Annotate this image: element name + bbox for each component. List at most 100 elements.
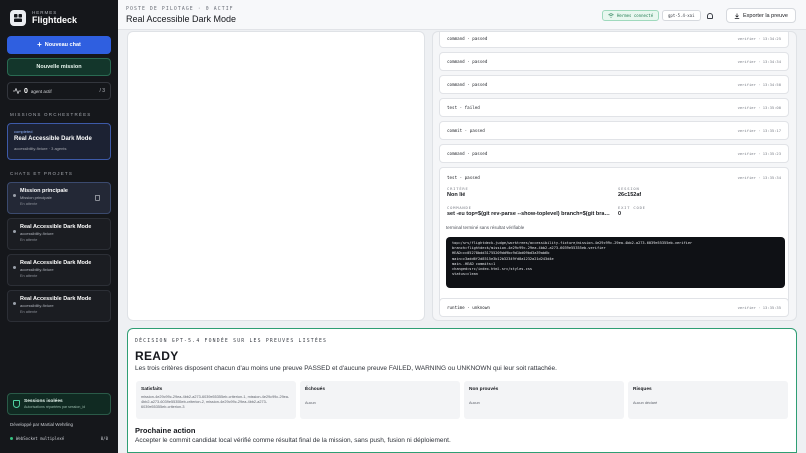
mission-title: Real Accessible Dark Mode xyxy=(14,136,92,142)
connection-label: Hermes connecté xyxy=(617,13,654,18)
chat-title: Real Accessible Dark Mode xyxy=(20,260,92,266)
step-label: test · failed xyxy=(447,105,480,110)
session-title: Sessions isolées xyxy=(24,399,63,404)
developer-credit: Développé par Martial Wehrling xyxy=(10,422,73,427)
next-action-description: Accepter le commit candidat local vérifi… xyxy=(135,437,451,444)
evidence-detail: test · passed verifier · 13:35:34 CRITÈR… xyxy=(439,167,789,313)
agent-label: agent actif xyxy=(30,88,52,94)
agent-count: 0 xyxy=(24,87,28,95)
card-value: Aucun xyxy=(305,401,316,405)
page-title: Real Accessible Dark Mode xyxy=(126,14,237,24)
step-meta: verifier · 13:35:23 xyxy=(737,151,781,156)
terminal-output: top=/srv/flightdeck-judge/worktrees/acce… xyxy=(446,237,785,288)
evidence-panel[interactable]: command · passed verifier · 13:34:25 com… xyxy=(432,31,797,321)
export-proof-button[interactable]: Exporter la preuve xyxy=(726,8,796,23)
new-chat-label: Nouveau chat xyxy=(44,42,81,48)
isolated-sessions: Sessions isolées Autorisations répartées… xyxy=(7,393,111,415)
card-value: Aucun xyxy=(469,401,480,405)
export-label: Exporter la preuve xyxy=(743,12,788,19)
session-value: 26c152af xyxy=(618,192,642,198)
logo-icon xyxy=(10,10,26,26)
card-title: Échoués xyxy=(305,387,325,392)
unproven-card: Non prouvés Aucun xyxy=(464,381,624,419)
mission-card[interactable]: completed Real Accessible Dark Mode acce… xyxy=(7,123,111,160)
session-sub: Autorisations répartées par session_id xyxy=(24,405,86,409)
detail-head: test · passed xyxy=(447,175,480,180)
step-meta: verifier · 13:34:34 xyxy=(737,59,781,64)
mission-status: completed xyxy=(14,129,33,134)
agent-ratio: / 3 xyxy=(99,88,105,94)
chat-item[interactable]: Real Accessible Dark Mode accessibility-… xyxy=(7,290,111,322)
evidence-step[interactable]: test · failed verifier · 13:35:00 xyxy=(439,98,789,117)
evidence-step[interactable]: command · passed verifier · 13:34:50 xyxy=(439,75,789,94)
mission-sub: accessibility-fixture · 3 agents xyxy=(14,146,67,151)
command-value: set -eu top=$(git rev-parse --show-tople… xyxy=(447,211,612,217)
detail-note: terminal terminé sans résultat vérifiabl… xyxy=(446,225,525,230)
runtime-meta: verifier · 13:35:35 xyxy=(737,305,781,310)
new-mission-button[interactable]: Nouvelle mission xyxy=(7,58,111,76)
chat-status: En attente xyxy=(20,238,38,242)
new-mission-label: Nouvelle mission xyxy=(36,64,82,70)
satisfied-card: Satisfaits mission-4e29c99c-29ea-4bb2-a2… xyxy=(136,381,296,419)
decision-cards: Satisfaits mission-4e29c99c-29ea-4bb2-a2… xyxy=(136,381,790,419)
brand[interactable]: HERMES Flightdeck xyxy=(10,10,77,26)
evidence-step[interactable]: command · passed verifier · 13:34:34 xyxy=(439,52,789,71)
download-icon xyxy=(734,13,740,19)
step-meta: verifier · 13:34:50 xyxy=(737,82,781,87)
step-label: command · passed xyxy=(447,82,488,87)
decision-status: READY xyxy=(135,349,179,363)
card-title: Non prouvés xyxy=(469,387,499,392)
ws-label: WebSocket multiplexé xyxy=(16,436,65,441)
card-value: Aucun déclaré xyxy=(633,401,658,405)
status-dot xyxy=(13,302,16,305)
ws-value: 0/0 xyxy=(100,436,108,441)
decision-description: Les trois critères disposent chacun d'au… xyxy=(135,365,557,372)
session-label: SESSION xyxy=(618,186,640,191)
trash-icon[interactable] xyxy=(95,195,100,201)
shield-icon xyxy=(13,400,20,408)
evidence-step[interactable]: command · passed verifier · 13:34:25 xyxy=(439,32,789,48)
criterion-label: CRITÈRE xyxy=(447,186,469,191)
pulse-icon xyxy=(13,88,21,94)
criterion-value: Non lié xyxy=(447,192,466,198)
websocket-status: WebSocket multiplexé 0/0 xyxy=(10,436,108,441)
status-dot xyxy=(13,194,16,197)
missions-section-label: MISSIONS ORCHESTRÉES xyxy=(10,112,92,117)
card-title: Satisfaits xyxy=(141,387,163,392)
detail-time: verifier · 13:35:34 xyxy=(737,175,781,180)
chat-item[interactable]: Mission principale Mission principale En… xyxy=(7,182,111,214)
step-label: command · passed xyxy=(447,59,488,64)
command-label: COMMANDE xyxy=(447,205,472,210)
evidence-step[interactable]: command · passed verifier · 13:35:23 xyxy=(439,144,789,163)
risks-card: Risques Aucun déclaré xyxy=(628,381,788,419)
decision-label: DÉCISION GPT-5.4 FONDÉE SUR LES PREUVES … xyxy=(135,339,328,344)
card-value: mission-4e29c99c-29ea-4bb2-a273-6039e553… xyxy=(141,395,290,410)
plus-icon: + xyxy=(37,40,42,49)
status-dot xyxy=(13,266,16,269)
evidence-step[interactable]: commit · passed verifier · 13:35:17 xyxy=(439,121,789,140)
new-chat-button[interactable]: + Nouveau chat xyxy=(7,36,111,54)
chat-title: Mission principale xyxy=(20,188,68,194)
chat-title: Real Accessible Dark Mode xyxy=(20,224,92,230)
chat-title: Real Accessible Dark Mode xyxy=(20,296,92,302)
wifi-icon xyxy=(608,13,614,18)
runtime-label: runtime · unknown xyxy=(447,305,490,310)
notifications-button[interactable] xyxy=(704,10,715,21)
step-meta: verifier · 13:35:00 xyxy=(737,105,781,110)
step-meta: verifier · 13:35:17 xyxy=(737,128,781,133)
bell-icon xyxy=(706,12,713,19)
failed-card: Échoués Aucun xyxy=(300,381,460,419)
decision-panel: DÉCISION GPT-5.4 FONDÉE SUR LES PREUVES … xyxy=(127,328,797,453)
model-badge[interactable]: gpt-5.4-xai xyxy=(662,10,701,21)
sidebar: HERMES Flightdeck + Nouveau chat Nouvell… xyxy=(0,0,118,453)
model-label: gpt-5.4-xai xyxy=(668,13,695,18)
exit-code-value: 0 xyxy=(618,211,622,217)
chat-item[interactable]: Real Accessible Dark Mode accessibility-… xyxy=(7,218,111,250)
step-label: command · passed xyxy=(447,151,488,156)
chat-item[interactable]: Real Accessible Dark Mode accessibility-… xyxy=(7,254,111,286)
chat-status: En attente xyxy=(20,202,38,206)
step-meta: verifier · 13:34:25 xyxy=(737,36,781,41)
top-header: POSTE DE PILOTAGE · 0 ACTIF Real Accessi… xyxy=(118,0,806,30)
step-label: command · passed xyxy=(447,36,488,41)
runtime-step[interactable]: runtime · unknown verifier · 13:35:35 xyxy=(439,298,789,317)
